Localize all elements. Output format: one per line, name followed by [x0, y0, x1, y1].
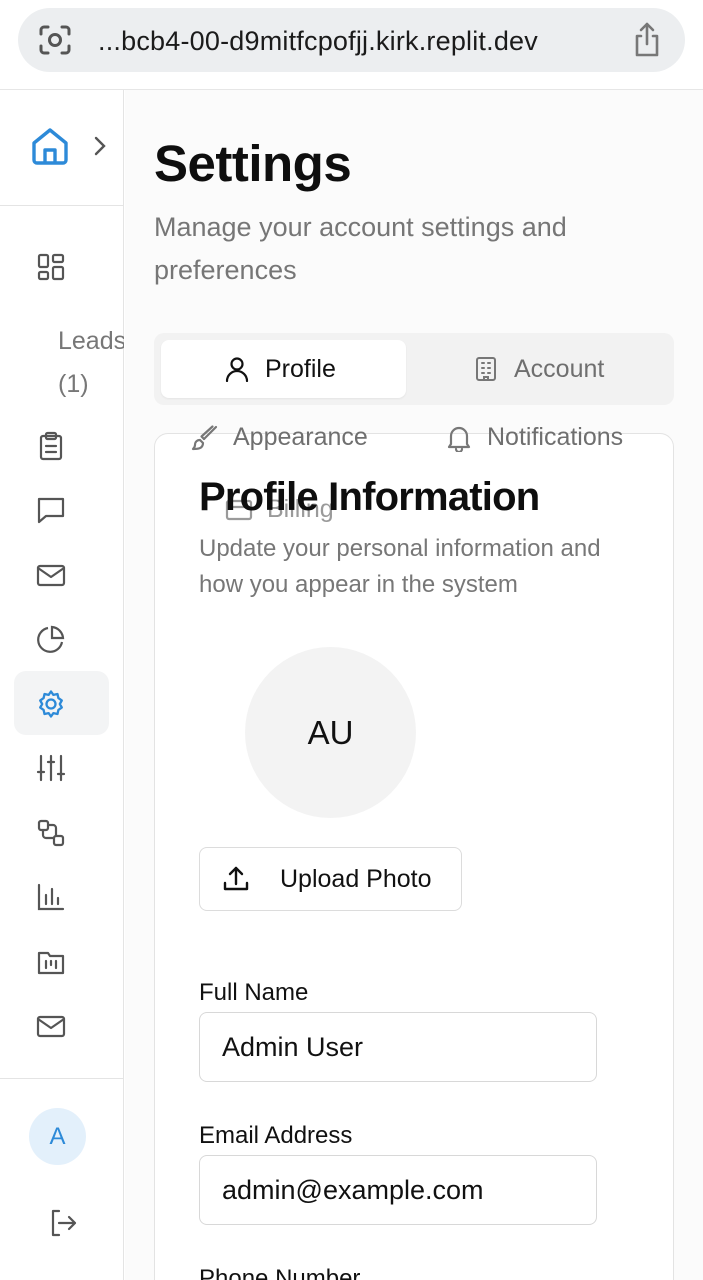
tab-profile-label: Profile	[265, 354, 336, 383]
clipboard-icon[interactable]	[36, 431, 66, 461]
upload-icon	[223, 866, 249, 891]
building-icon	[476, 357, 496, 381]
address-bar[interactable]: ...bcb4-00-d9mitfcpofjj.kirk.replit.dev	[18, 8, 685, 72]
url-text[interactable]: ...bcb4-00-d9mitfcpofjj.kirk.replit.dev	[98, 26, 538, 57]
tab-appearance-label: Appearance	[233, 423, 368, 451]
user-icon	[225, 357, 249, 382]
full-name-label: Full Name	[199, 979, 309, 1006]
tab-account[interactable]: Account	[414, 340, 664, 398]
page-subtitle: Manage your account settings and prefere…	[154, 212, 567, 285]
home-icon[interactable]	[30, 126, 70, 166]
sidebar: Leads (1) A	[0, 90, 124, 1280]
phone-label: Phone Number	[199, 1265, 361, 1280]
mail-icon[interactable]	[36, 1011, 66, 1041]
bar-chart-icon[interactable]	[36, 882, 66, 912]
tab-appearance[interactable]: Appearance	[191, 423, 368, 452]
main-content: Settings Manage your account settings an…	[125, 90, 703, 1280]
settings-tabs: Profile Account	[154, 333, 674, 405]
full-name-input[interactable]	[199, 1012, 597, 1082]
profile-section-title: Profile Information	[199, 475, 540, 519]
chat-icon[interactable]	[36, 495, 66, 525]
tab-notifications-label: Notifications	[487, 423, 624, 451]
upload-photo-button[interactable]: Upload Photo	[199, 847, 462, 911]
page-title: Settings	[154, 135, 352, 192]
user-avatar[interactable]: A	[29, 1108, 86, 1165]
share-icon[interactable]	[631, 22, 663, 58]
sidebar-leads-label: Leads	[58, 327, 124, 355]
tab-profile[interactable]: Profile	[161, 340, 406, 398]
sidebar-item-leads[interactable]: Leads (1)	[58, 320, 124, 406]
logout-icon[interactable]	[48, 1208, 78, 1238]
profile-section-description: Update your personal information and how…	[199, 535, 601, 598]
sidebar-leads-count: (1)	[58, 370, 89, 398]
connect-icon[interactable]	[36, 818, 66, 848]
email-input[interactable]	[199, 1155, 597, 1225]
email-label: Email Address	[199, 1122, 353, 1149]
pie-chart-icon[interactable]	[36, 624, 66, 654]
mail-icon[interactable]	[36, 560, 66, 590]
sliders-icon[interactable]	[36, 753, 66, 783]
gear-icon[interactable]	[36, 689, 66, 719]
bell-icon	[447, 426, 471, 452]
dashboard-icon[interactable]	[36, 252, 66, 282]
tab-notifications[interactable]: Notifications	[445, 423, 623, 452]
browser-toolbar: ...bcb4-00-d9mitfcpofjj.kirk.replit.dev	[0, 0, 703, 90]
tab-account-label: Account	[514, 354, 605, 383]
camera-icon[interactable]	[38, 24, 72, 56]
sidebar-divider	[0, 205, 124, 206]
brush-icon	[191, 424, 218, 450]
kanban-icon[interactable]	[36, 947, 66, 977]
sidebar-divider	[0, 1078, 124, 1079]
chevron-right-icon[interactable]	[92, 136, 108, 156]
upload-photo-label: Upload Photo	[280, 864, 432, 893]
profile-avatar: AU	[245, 647, 416, 818]
